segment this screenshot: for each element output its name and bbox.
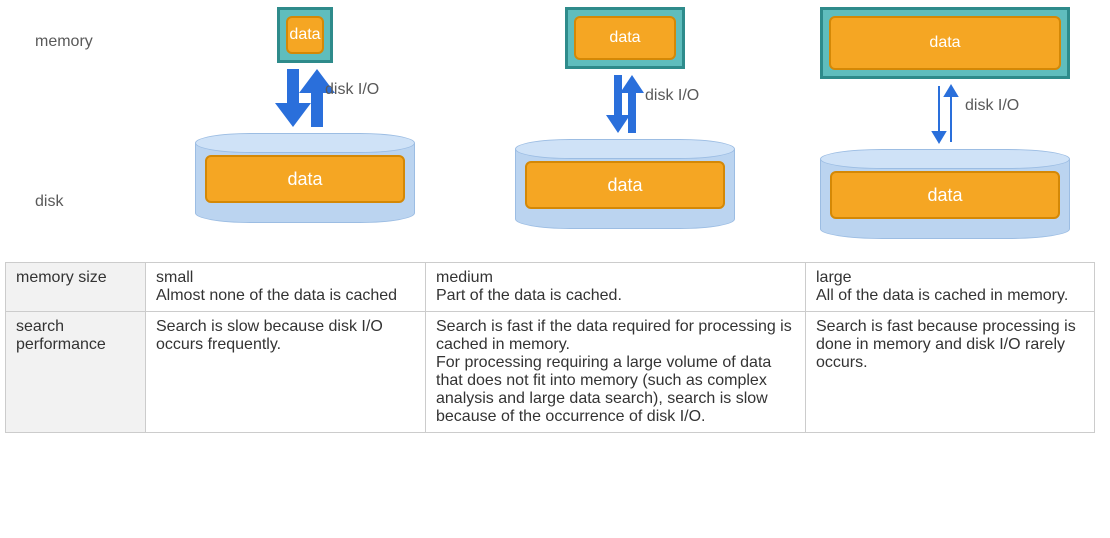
cell-medium-perf: Search is fast if the data required for … <box>426 312 806 433</box>
disk-data-small: data <box>205 155 405 203</box>
col-small: data disk I/O data <box>145 5 465 250</box>
memory-data-medium: data <box>574 16 676 60</box>
row-header-search-perf: search performance <box>6 312 146 433</box>
col-large: data disk I/O <box>785 5 1105 250</box>
cell-large-perf: Search is fast because processing is don… <box>806 312 1095 433</box>
table-row: search performance Search is slow becaus… <box>6 312 1095 433</box>
io-arrows-medium-icon <box>600 69 650 139</box>
cell-small-perf: Search is slow because disk I/O occurs f… <box>146 312 426 433</box>
label-memory: memory <box>35 33 93 51</box>
col-medium: data disk I/O data <box>465 5 785 250</box>
memory-box-large: data <box>820 7 1070 79</box>
disk-medium: data <box>515 139 735 229</box>
arrows-medium: disk I/O <box>465 69 785 139</box>
row-header-memory-size: memory size <box>6 263 146 312</box>
disk-data-large: data <box>830 171 1060 219</box>
diagram-columns: data disk I/O data <box>145 5 1105 250</box>
io-label-medium: disk I/O <box>645 87 699 105</box>
io-label-small: disk I/O <box>325 81 379 99</box>
cell-medium-size: mediumPart of the data is cached. <box>426 263 806 312</box>
io-label-large: disk I/O <box>965 97 1019 115</box>
cell-large-size: largeAll of the data is cached in memory… <box>806 263 1095 312</box>
info-table: memory size smallAlmost none of the data… <box>5 262 1095 433</box>
disk-data-medium: data <box>525 161 725 209</box>
io-arrows-thin-icon <box>925 82 965 146</box>
row-labels: memory disk <box>5 5 145 250</box>
label-disk: disk <box>35 193 63 211</box>
arrows-small: disk I/O <box>145 63 465 133</box>
cell-small-size: smallAlmost none of the data is cached <box>146 263 426 312</box>
disk-large: data <box>820 149 1070 239</box>
table-row: memory size smallAlmost none of the data… <box>6 263 1095 312</box>
memory-box-small: data <box>277 7 333 63</box>
memory-box-medium: data <box>565 7 685 69</box>
memory-data-large: data <box>829 16 1061 70</box>
diagram-area: memory disk data disk I/O <box>5 5 1105 250</box>
memory-data-small: data <box>286 16 324 54</box>
disk-small: data <box>195 133 415 223</box>
arrows-large: disk I/O <box>785 79 1105 149</box>
